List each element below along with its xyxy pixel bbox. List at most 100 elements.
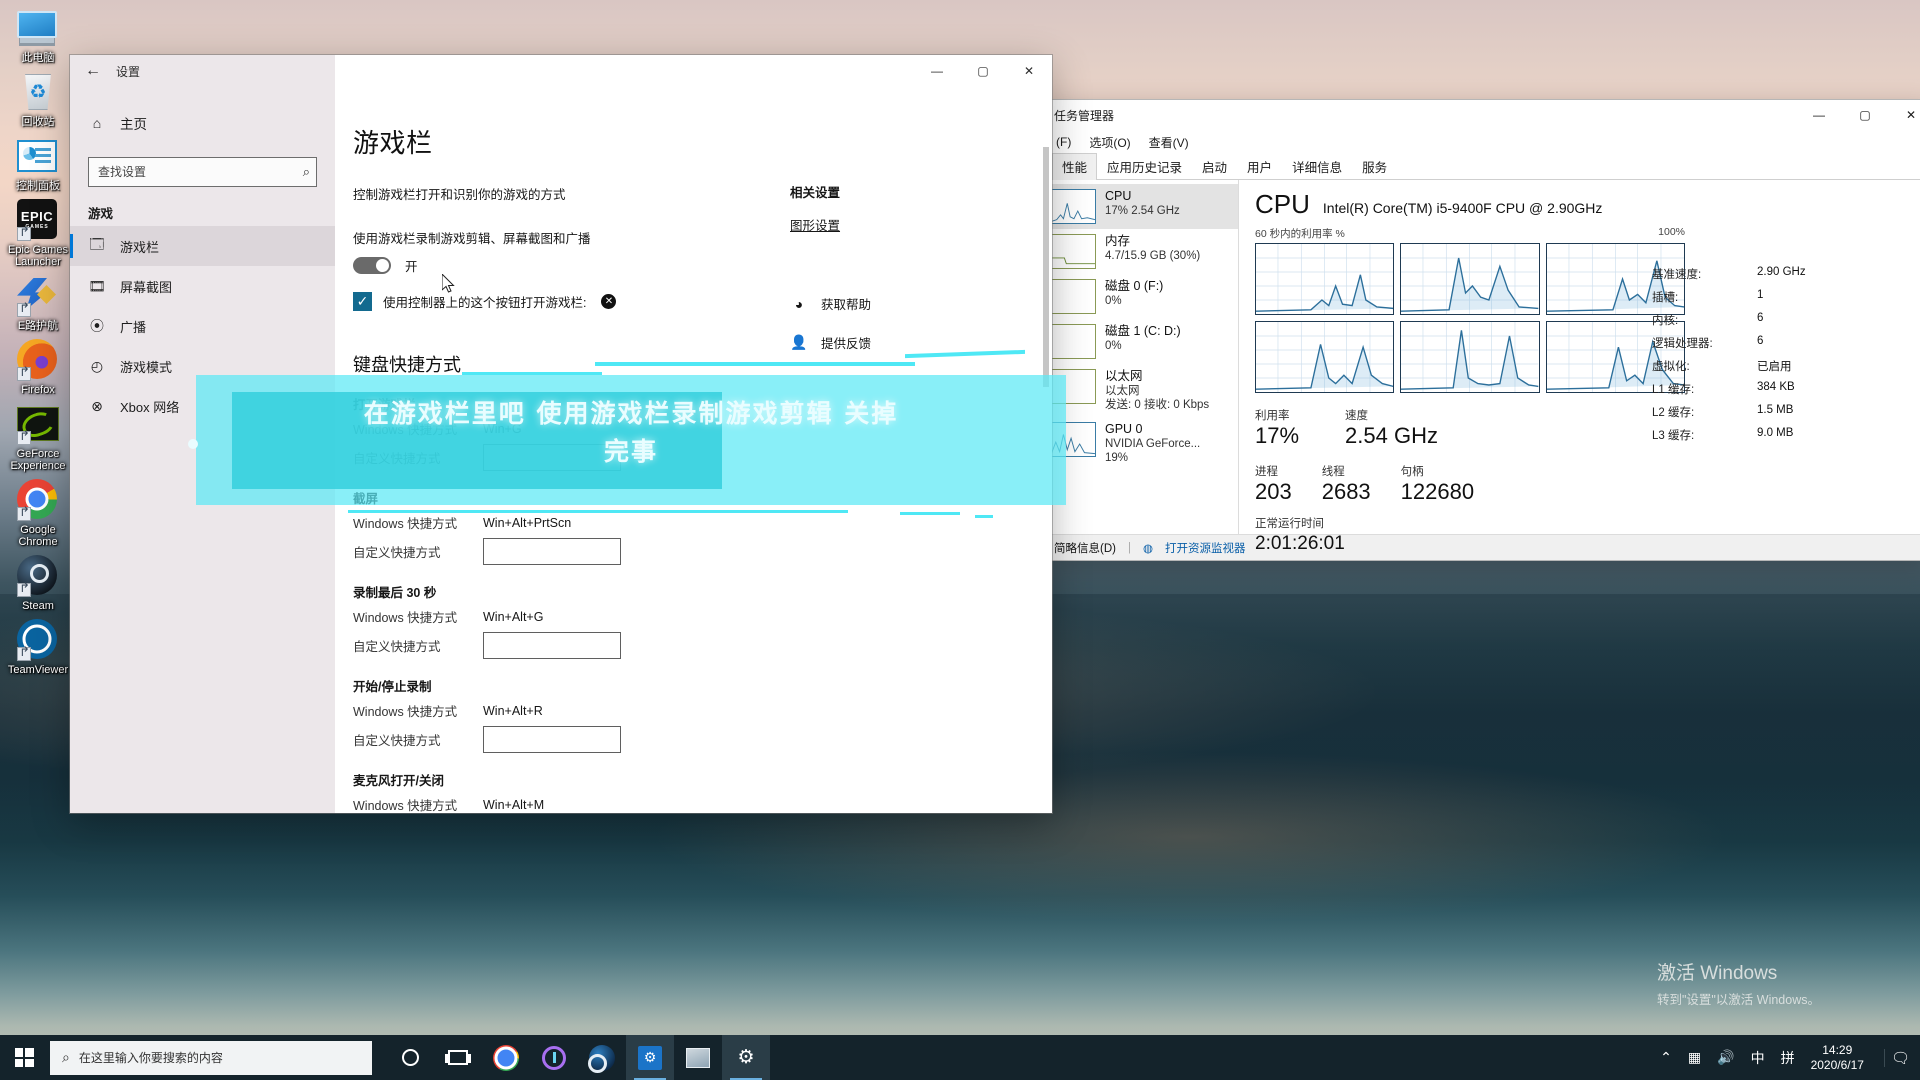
volume-icon[interactable]: 🔊 — [1717, 1049, 1734, 1066]
ime-language-indicator[interactable]: 中 — [1751, 1048, 1765, 1068]
cpu-secondary-stats: 进程 203 线程 2683 句柄 122680 — [1255, 463, 1920, 505]
tray-chevron-icon[interactable]: ⌃ — [1660, 1049, 1672, 1066]
controller-checkbox[interactable]: ✓ — [353, 292, 372, 311]
shortcut-win-row: Windows 快捷方式 Win+Alt+M — [353, 795, 790, 814]
get-help-row[interactable]: ◕ 获取帮助 — [790, 294, 1052, 313]
back-arrow-icon[interactable]: ← — [70, 55, 116, 87]
game-bar-toggle[interactable]: 开 — [353, 256, 790, 275]
sidebar-item-broadcast[interactable]: ⦿ 广播 — [70, 306, 335, 346]
resource-sub: 以太网 — [1105, 385, 1140, 397]
custom-shortcut-input[interactable] — [483, 632, 621, 659]
taskbar-search-box[interactable]: ⌕ 在这里输入你要搜索的内容 — [50, 1040, 372, 1075]
search-input[interactable] — [98, 165, 303, 179]
desktop-icon-epic-games[interactable]: EPICGAMES Epic Games Launcher — [0, 192, 76, 268]
sidebar-item-home[interactable]: ⌂ 主页 — [70, 105, 335, 141]
brief-info-button[interactable]: 简略信息(D) — [1054, 540, 1116, 556]
toggle-track[interactable] — [353, 257, 391, 274]
page-subtitle: 控制游戏栏打开和识别你的游戏的方式 — [353, 188, 566, 202]
settings-window[interactable]: ← 设置 — ▢ ✕ ⌂ 主页 ⌕ 游戏 🗔 游戏栏 🎞 — [70, 55, 1052, 813]
game-bar-icon: 🗔 — [89, 236, 105, 252]
settings-titlebar[interactable]: ← 设置 — ▢ ✕ — [70, 55, 1052, 87]
scrollbar-thumb[interactable] — [1043, 147, 1049, 387]
settings-minimize-button[interactable]: — — [914, 55, 960, 87]
tab-startup[interactable]: 启动 — [1192, 153, 1237, 180]
sidebar-group-label: 游戏 — [88, 207, 114, 221]
open-resource-monitor-link[interactable]: 打开资源监视器 — [1165, 540, 1246, 556]
graphics-settings-link[interactable]: 图形设置 — [790, 215, 1052, 234]
resource-item-disk1[interactable]: 磁盘 1 (C: D:) 0% — [1044, 319, 1238, 364]
windows-activation-watermark: 激活 Windows 转到"设置"以激活 Windows。 — [1657, 958, 1820, 1008]
tab-details[interactable]: 详细信息 — [1282, 153, 1352, 180]
feedback-person-icon: 👤 — [790, 334, 808, 350]
tm-menu-file[interactable]: (F) — [1056, 135, 1071, 149]
settings-search-box[interactable]: ⌕ — [88, 157, 317, 187]
sidebar-item-xbox-network[interactable]: ⊗ Xbox 网络 — [70, 386, 335, 426]
sidebar-home-label: 主页 — [120, 117, 147, 132]
gear-icon[interactable]: ⚙ — [722, 1035, 770, 1080]
resource-item-disk0[interactable]: 磁盘 0 (F:) 0% — [1044, 274, 1238, 319]
shortcut-overlay-icon — [17, 644, 31, 661]
resource-item-gpu0[interactable]: GPU 0 NVIDIA GeForce... 19% — [1044, 417, 1238, 470]
desktop-icon-firefox[interactable]: Firefox — [0, 332, 76, 396]
tab-services[interactable]: 服务 — [1352, 153, 1397, 180]
tm-maximize-button[interactable]: ▢ — [1842, 100, 1888, 130]
win-shortcut-value: Win+Alt+R — [483, 703, 543, 718]
custom-shortcut-input[interactable] — [483, 538, 621, 565]
steam-icon[interactable] — [578, 1035, 626, 1080]
sidebar-item-screenshot[interactable]: 🎞 屏幕截图 — [70, 266, 335, 306]
taskbar-clock[interactable]: 14:29 2020/6/17 — [1811, 1043, 1864, 1073]
tm-minimize-button[interactable]: — — [1796, 100, 1842, 130]
disk1-sparkline-icon — [1050, 324, 1096, 359]
windows-start-icon[interactable] — [0, 1035, 48, 1080]
tab-users[interactable]: 用户 — [1237, 153, 1282, 180]
resource-item-ethernet[interactable]: 以太网 以太网 发送: 0 接收: 0 Kbps — [1044, 364, 1238, 417]
desktop-icon-control-panel[interactable]: 控制面板 — [0, 128, 76, 192]
custom-shortcut-input[interactable] — [483, 444, 621, 471]
custom-shortcut-label: 自定义快捷方式 — [353, 734, 441, 748]
search-icon[interactable]: ⌕ — [303, 164, 310, 180]
resource-item-cpu[interactable]: CPU 17% 2.54 GHz — [1044, 184, 1238, 229]
ime-mode-indicator[interactable]: 拼 — [1781, 1048, 1795, 1068]
chrome-icon[interactable] — [482, 1035, 530, 1080]
game-bar-toggle-label: 使用游戏栏录制游戏剪辑、屏幕截图和广播 — [353, 232, 591, 246]
task-manager-title: 任务管理器 — [1054, 108, 1115, 123]
task-manager-titlebar[interactable]: 任务管理器 — ▢ ✕ — [1044, 100, 1920, 130]
sidebar-item-label: 广播 — [120, 319, 147, 335]
settings-blue-icon[interactable]: ⚙ — [626, 1035, 674, 1080]
tab-performance[interactable]: 性能 — [1052, 153, 1098, 180]
settings-close-button[interactable]: ✕ — [1006, 55, 1052, 87]
taskbar[interactable]: ⌕ 在这里输入你要搜索的内容 ⚙ ⚙ ⌃ ▦ 🔊 中 拼 14:29 2020/… — [0, 1035, 1920, 1080]
gpu-sparkline-icon — [1050, 422, 1096, 457]
tray-grid-icon[interactable]: ▦ — [1688, 1049, 1701, 1066]
tm-close-button[interactable]: ✕ — [1888, 100, 1920, 130]
cortana-icon[interactable] — [386, 1035, 434, 1080]
controller-button-checkbox-row[interactable]: ✓ 使用控制器上的这个按钮打开游戏栏: ✕ — [353, 292, 790, 311]
desktop-icon-teamviewer[interactable]: TeamViewer — [0, 612, 76, 676]
desktop-icon-this-pc[interactable]: 此电脑 — [0, 0, 76, 64]
desktop-icon-geforce-experience[interactable]: GeForce Experience — [0, 396, 76, 472]
cortana-circle-icon[interactable] — [530, 1035, 578, 1080]
tm-menu-view[interactable]: 查看(V) — [1149, 134, 1189, 151]
stat-value: 2683 — [1321, 479, 1371, 504]
stat-label: 速度 — [1345, 410, 1369, 422]
settings-scrollbar[interactable] — [1040, 87, 1052, 813]
desktop-icon-eluhuhang[interactable]: E路护航 — [0, 268, 76, 332]
core-graph — [1255, 321, 1395, 393]
tm-menu-options[interactable]: 选项(O) — [1089, 134, 1130, 151]
resource-list[interactable]: CPU 17% 2.54 GHz 内存 4.7/15.9 GB (30%) 磁盘… — [1044, 180, 1239, 534]
resource-item-memory[interactable]: 内存 4.7/15.9 GB (30%) — [1044, 229, 1238, 274]
sidebar-item-game-bar[interactable]: 🗔 游戏栏 — [70, 226, 335, 266]
desktop-icon-chrome[interactable]: Google Chrome — [0, 472, 76, 548]
give-feedback-row[interactable]: 👤 提供反馈 — [790, 333, 1052, 352]
desktop-icon-steam[interactable]: Steam — [0, 548, 76, 612]
task-manager-window[interactable]: 任务管理器 — ▢ ✕ (F) 选项(O) 查看(V) 性能 应用历史记录 启动… — [1044, 100, 1920, 560]
notification-icon[interactable]: 🗨 — [1883, 1048, 1910, 1067]
custom-shortcut-input[interactable] — [483, 726, 621, 753]
sidebar-item-game-mode[interactable]: ◴ 游戏模式 — [70, 346, 335, 386]
task-view-icon[interactable] — [434, 1035, 482, 1080]
desktop-icon-recycle-bin[interactable]: 回收站 — [0, 64, 76, 128]
resource-sub2: 发送: 0 接收: 0 Kbps — [1105, 399, 1210, 411]
settings-maximize-button[interactable]: ▢ — [960, 55, 1006, 87]
photos-icon[interactable] — [674, 1035, 722, 1080]
tab-app-history[interactable]: 应用历史记录 — [1097, 153, 1192, 180]
